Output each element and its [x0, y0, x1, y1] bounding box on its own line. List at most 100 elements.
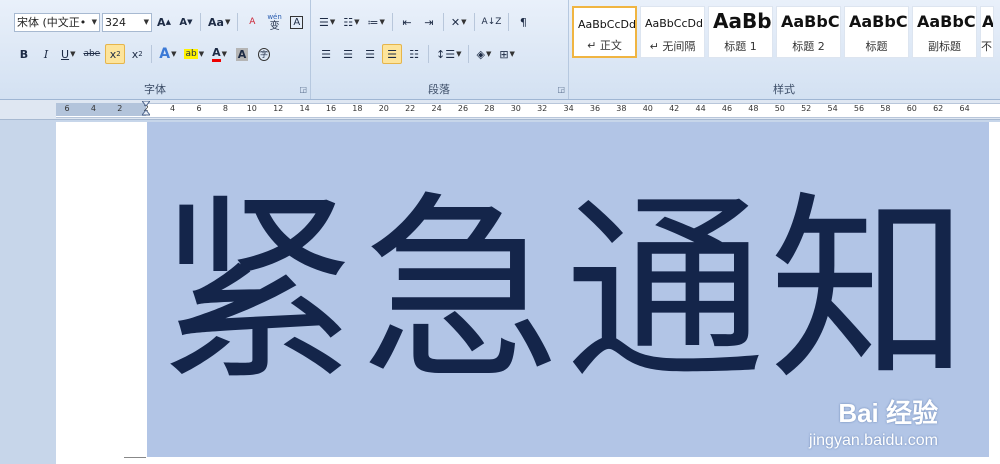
style-tile-heading-1[interactable]: AaBb 标题 1 [708, 6, 773, 58]
increase-indent-button[interactable]: ⇥ [419, 12, 439, 32]
pinyin-guide-button[interactable]: wén 变 [264, 12, 284, 32]
indent-marker-icon[interactable] [142, 101, 150, 118]
style-tile-subtitle[interactable]: AaBbC 副标题 [912, 6, 977, 58]
watermark-url: jingyan.baidu.com [809, 432, 938, 449]
paragraph-row-2: ☰ ☰ ☰ ☰ ☷ ↕☰ ▼ ◈ ▼ ⊞ ▼ [316, 44, 518, 64]
ruler-tick-label: 12 [273, 104, 284, 113]
style-label: ↵ 正文 [587, 39, 622, 52]
style-tile-no-spacing[interactable]: AaBbCcDd ↵ 无间隔 [640, 6, 705, 58]
text-effects-button[interactable]: A ▼ [156, 44, 179, 64]
ruler-tick-label: 46 [721, 104, 733, 113]
style-label: 标题 1 [724, 40, 757, 53]
style-sample: AaBbC [781, 12, 840, 31]
decrease-indent-button[interactable]: ⇤ [397, 12, 417, 32]
ruler-tick-label: 30 [510, 104, 521, 113]
underline-icon: U [61, 47, 70, 61]
align-center-button[interactable]: ☰ [338, 44, 358, 64]
multilevel-list-button[interactable]: ≔ ▼ [365, 12, 388, 32]
align-left-button[interactable]: ☰ [316, 44, 336, 64]
chevron-down-icon: ▼ [143, 18, 149, 26]
distributed-button[interactable]: ☷ [404, 44, 424, 64]
style-sample: AaBbC [917, 12, 976, 31]
font-size-value: 324 [105, 15, 126, 29]
separator [442, 13, 444, 31]
ruler-tick-label: 40 [642, 104, 653, 113]
align-right-icon: ☰ [365, 47, 375, 61]
ruler-tick-label: 32 [537, 104, 548, 113]
style-tile-heading-2[interactable]: AaBbC 标题 2 [776, 6, 841, 58]
ruler-tick-label: 22 [405, 104, 416, 113]
style-sample: AaBb [713, 9, 772, 33]
numbering-button[interactable]: ☷ ▼ [340, 12, 362, 32]
style-tile-normal[interactable]: AaBbCcDd ↵ 正文 [572, 6, 637, 58]
change-case-button[interactable]: Aa ▼ [205, 12, 233, 32]
strikethrough-button[interactable]: abe [80, 44, 103, 64]
ruler-tick-label: 6 [64, 104, 70, 113]
ruler-tick-label: 28 [484, 104, 495, 113]
char-border-button[interactable]: A [287, 12, 307, 32]
strikethrough-icon: abe [83, 49, 101, 59]
font-size-combo[interactable]: 324 ▼ [102, 12, 152, 32]
bold-button[interactable]: B [14, 44, 34, 64]
grow-font-button[interactable]: A ▲ [154, 12, 174, 32]
enclose-char-button[interactable]: 字 [254, 44, 274, 64]
style-label: ↵ 无间隔 [649, 40, 696, 53]
font-name-combo[interactable]: 宋体 (中文正• ▼ [14, 12, 100, 32]
decrease-indent-icon: ⇤ [402, 15, 412, 29]
distributed-icon: ☷ [409, 47, 419, 61]
justify-button[interactable]: ☰ [382, 44, 402, 64]
style-tile-title[interactable]: AaBbC 标题 [844, 6, 909, 58]
paragraph-group: ☰ ▼ ☷ ▼ ≔ ▼ ⇤ ⇥ ✕ ▼ A↓Z ¶ ☰ ☰ ☰ ☰ ☷ ↕☰ ▼ ◈ ▼ ⊞… [310, 0, 569, 99]
styles-group-label: 样式 [773, 83, 795, 96]
bullets-button[interactable]: ☰ ▼ [316, 12, 338, 32]
subscript-button[interactable]: x2 [105, 44, 126, 64]
document-text[interactable]: 紧急通知 [157, 192, 973, 392]
ruler-tick-label: 18 [352, 104, 363, 113]
ruler-tick-label: 44 [695, 104, 706, 113]
line-spacing-button[interactable]: ↕☰ ▼ [433, 44, 464, 64]
ruler-tick-label: 64 [959, 104, 970, 113]
ruler-tick-label: 42 [669, 104, 680, 113]
style-label: 不 [981, 40, 992, 53]
increase-indent-icon: ⇥ [424, 15, 434, 29]
horizontal-ruler[interactable]: 6 4 2 2 4 6 8 10 12 14 16 18 20 22 24 26 28 30 32 34 36 38 40 4… [0, 100, 1000, 120]
italic-button[interactable]: I [36, 44, 56, 64]
sort-button[interactable]: A↓Z [479, 12, 505, 32]
highlight-button[interactable]: ab ▼ [181, 44, 207, 64]
font-row-2: B I U ▼ abe x2 x2 A ▼ ab ▼ A ▼ A 字 [14, 44, 274, 64]
sort-icon: A↓Z [481, 17, 502, 27]
separator [391, 13, 393, 31]
font-color-button[interactable]: A ▼ [209, 44, 230, 64]
ruler-tick-label: 14 [299, 104, 310, 113]
superscript-button[interactable]: x2 [127, 44, 147, 64]
style-sample: AaBbCcDd [578, 18, 636, 31]
numbered-list-icon: ☷ [343, 15, 354, 29]
ruler-tick-label: 2 [117, 104, 123, 113]
font-dialog-launcher-icon[interactable]: ◲ [299, 85, 307, 94]
style-tile-more[interactable]: A 不 [980, 6, 994, 58]
styles-gallery: AaBbCcDd ↵ 正文 AaBbCcDd ↵ 无间隔 AaBb 标题 1 A… [572, 6, 994, 58]
underline-button[interactable]: U ▼ [58, 44, 78, 64]
borders-button[interactable]: ⊞ ▼ [496, 44, 518, 64]
font-group-label: 字体 [144, 83, 166, 96]
ruler-tick-label: 4 [90, 104, 96, 113]
separator [508, 13, 510, 31]
separator [237, 13, 239, 31]
pilcrow-icon: ¶ [519, 15, 527, 29]
style-sample: AaBbC [849, 12, 908, 31]
ruler-tick-label: 50 [774, 104, 785, 113]
change-case-icon: Aa [208, 15, 224, 29]
shading-button[interactable]: ◈ ▼ [473, 44, 494, 64]
paint-bucket-icon: ◈ [476, 47, 485, 61]
separator [468, 45, 470, 63]
paragraph-dialog-launcher-icon[interactable]: ◲ [557, 85, 565, 94]
chinese-layout-button[interactable]: ✕ ▼ [448, 12, 470, 32]
ruler-tick-label: 26 [457, 104, 469, 113]
separator [151, 45, 153, 63]
align-right-button[interactable]: ☰ [360, 44, 380, 64]
show-marks-button[interactable]: ¶ [513, 12, 533, 32]
shrink-font-button[interactable]: A ▼ [176, 12, 196, 32]
clear-format-button[interactable]: A [242, 12, 262, 32]
char-shading-button[interactable]: A [232, 44, 252, 64]
ruler-tick-label: 4 [170, 104, 176, 113]
